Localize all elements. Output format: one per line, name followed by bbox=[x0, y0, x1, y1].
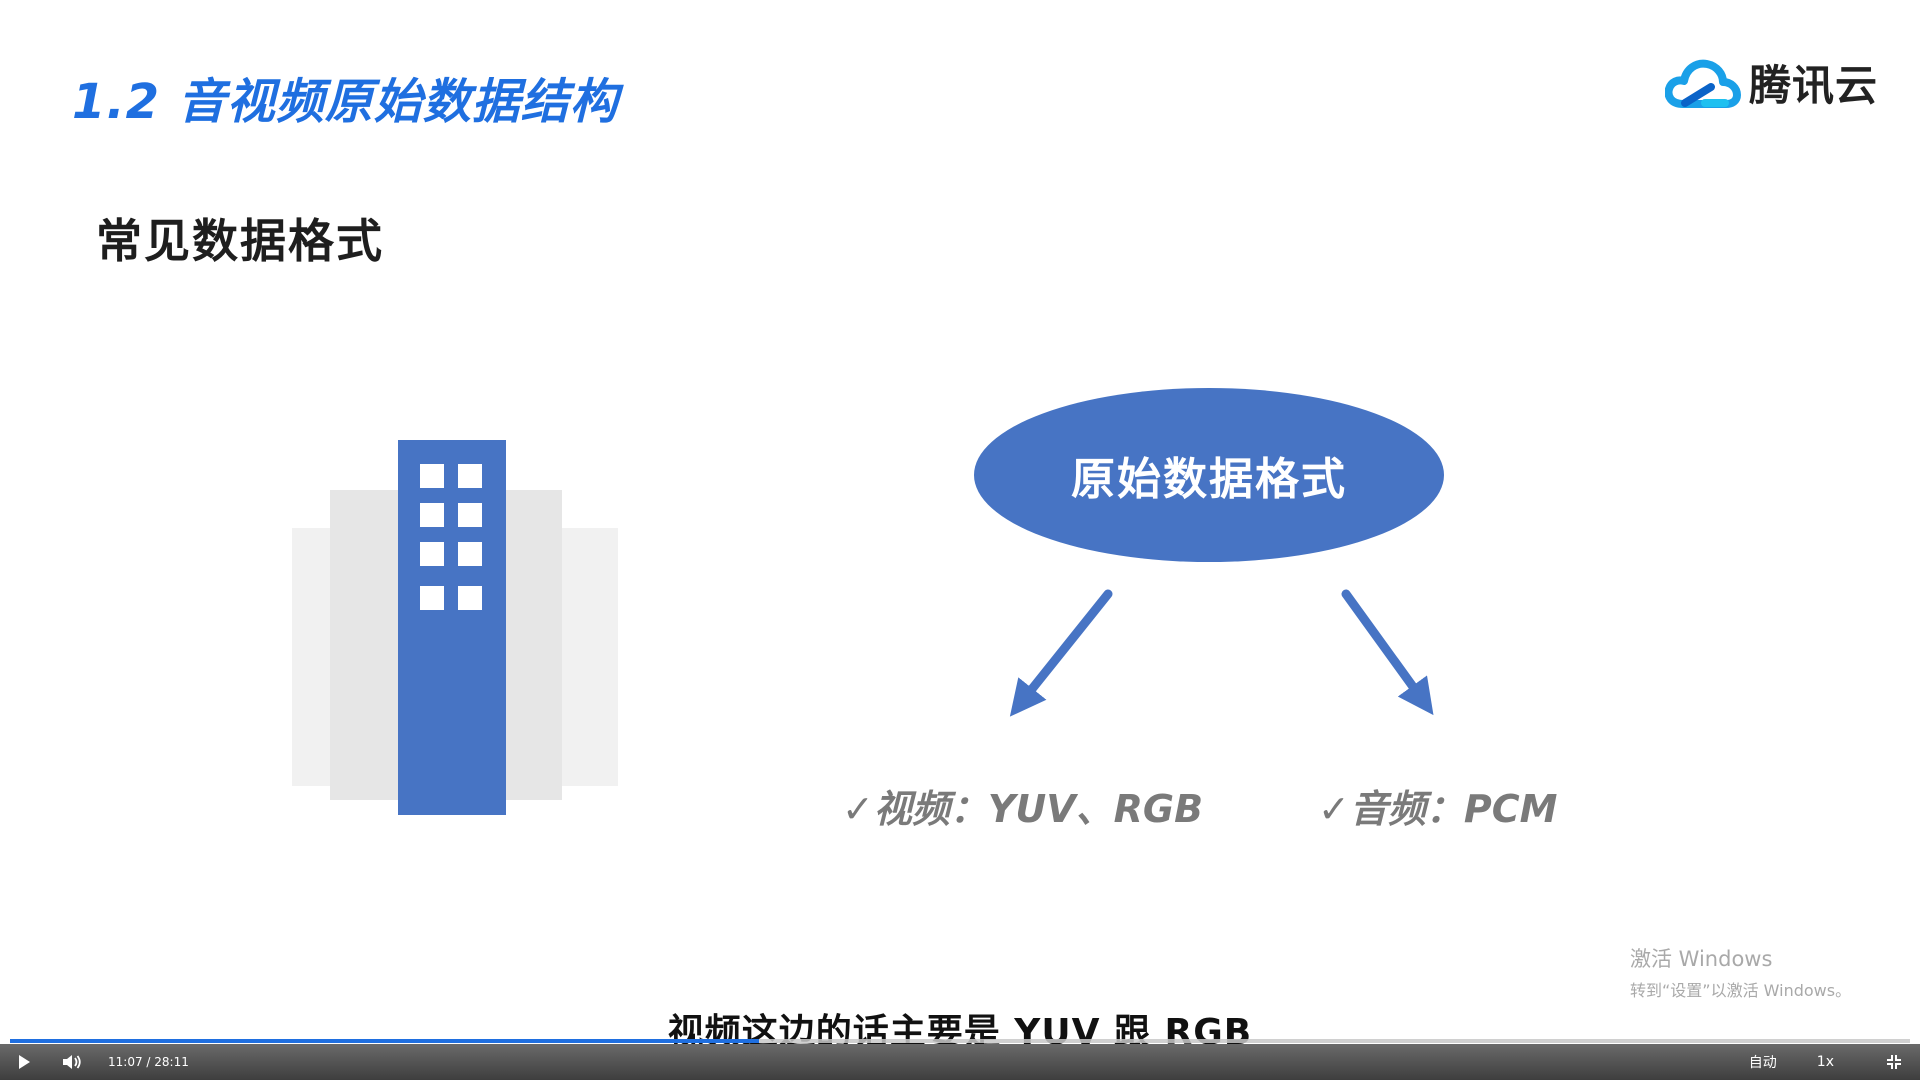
volume-icon bbox=[63, 1055, 81, 1069]
building-tower bbox=[398, 440, 506, 815]
watermark-subtitle: 转到“设置”以激活 Windows。 bbox=[1630, 981, 1852, 1000]
raw-format-node: 原始数据格式 bbox=[974, 388, 1444, 562]
raw-format-label: 原始数据格式 bbox=[1071, 454, 1347, 505]
speed-selector[interactable]: 1x bbox=[1817, 1054, 1834, 1070]
cloud-logo-icon bbox=[1664, 59, 1741, 108]
arrow-to-audio bbox=[1341, 589, 1434, 716]
player-controls: 11:07 / 28:11 自动 1x bbox=[0, 1044, 1920, 1080]
logo-text: 腾讯云 bbox=[1748, 61, 1878, 110]
fullscreen-exit-icon bbox=[1887, 1055, 1901, 1069]
quality-selector[interactable]: 自动 bbox=[1749, 1052, 1777, 1072]
diagram-arrows bbox=[1009, 589, 1434, 717]
play-button[interactable] bbox=[0, 1044, 48, 1080]
audio-format-item: ✓音频：PCM bbox=[1318, 787, 1558, 831]
building-illustration bbox=[292, 440, 618, 815]
watermark-title: 激活 Windows bbox=[1630, 947, 1773, 971]
section-heading: 常见数据格式 bbox=[96, 214, 384, 268]
progress-fill bbox=[10, 1039, 759, 1043]
arrow-to-video bbox=[1009, 589, 1113, 717]
volume-button[interactable] bbox=[48, 1044, 96, 1080]
time-display: 11:07 / 28:11 bbox=[108, 1055, 189, 1069]
progress-bar[interactable] bbox=[10, 1039, 1910, 1043]
video-format-item: ✓视频：YUV、RGB bbox=[842, 787, 1204, 831]
windows-activation-watermark: 激活 Windows 转到“设置”以激活 Windows。 bbox=[1630, 943, 1851, 1001]
slide-title: 1.2 音视频原始数据结构 bbox=[72, 74, 619, 130]
video-frame: 1.2 音视频原始数据结构 腾讯云 常见数据格式 原始数据格式 ✓视频：YUV、… bbox=[0, 0, 1920, 1080]
fullscreen-button[interactable] bbox=[1874, 1044, 1914, 1080]
play-icon bbox=[19, 1055, 30, 1069]
tencent-cloud-logo: 腾讯云 bbox=[1664, 52, 1878, 113]
